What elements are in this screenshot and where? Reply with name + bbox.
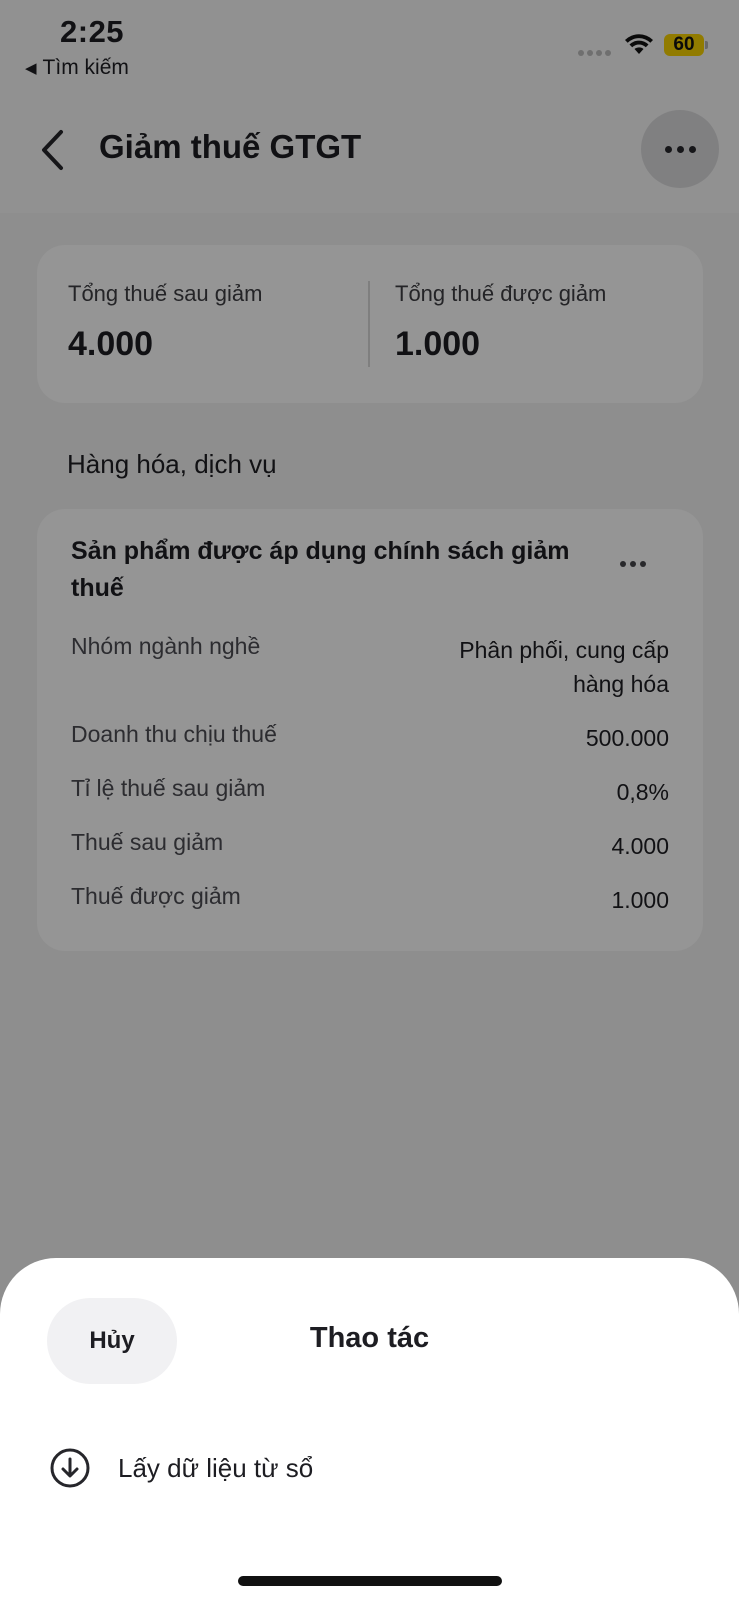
home-indicator[interactable] [238,1576,502,1586]
fetch-data-from-book-action[interactable]: Lấy dữ liệu từ sổ [48,1440,688,1496]
download-circle-icon [48,1446,92,1490]
action-label: Lấy dữ liệu từ sổ [118,1452,314,1483]
action-sheet: Hủy Thao tác Lấy dữ liệu từ sổ [0,1258,739,1600]
sheet-title: Thao tác [309,1322,430,1354]
